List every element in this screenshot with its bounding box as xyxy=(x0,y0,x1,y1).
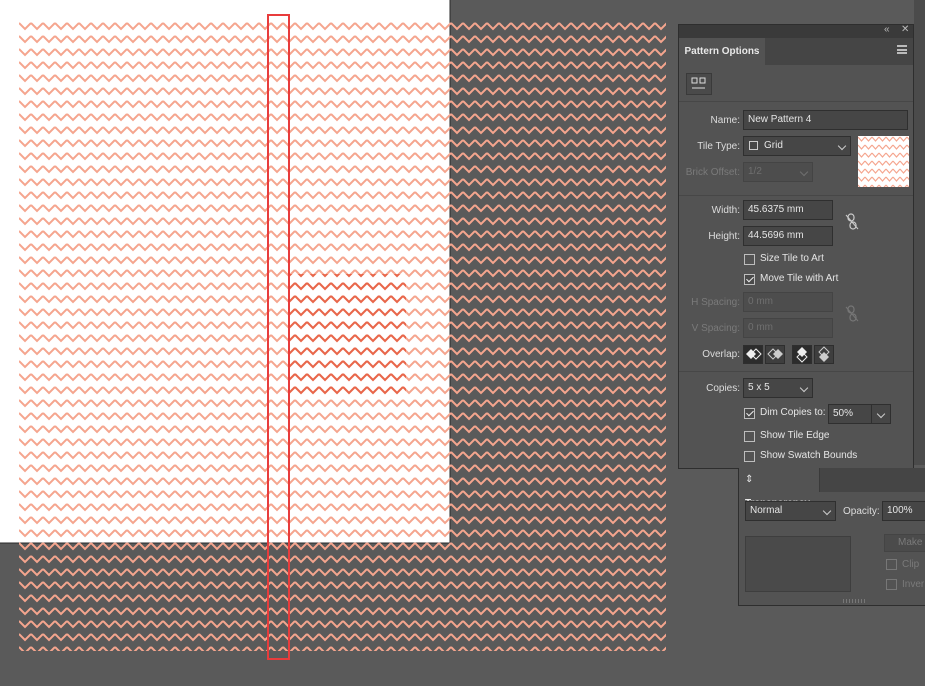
overlap-left-in-front-button[interactable] xyxy=(743,345,763,364)
chevron-down-icon xyxy=(799,383,809,393)
brick-offset-dropdown[interactable]: 1/2 xyxy=(743,162,813,182)
blend-mode-dropdown[interactable]: Normal xyxy=(745,501,836,521)
overlap-top-in-front-button[interactable] xyxy=(792,345,812,364)
pattern-options-panel: « ✕ Pattern Options Name: New Pattern 4 … xyxy=(678,24,914,469)
move-tile-checkbox[interactable] xyxy=(744,274,755,285)
pattern-tile-tool-button[interactable] xyxy=(686,73,712,95)
panel-tab-strip xyxy=(820,468,925,492)
tile-type-value: Grid xyxy=(764,140,783,151)
opacity-input[interactable]: 100% xyxy=(882,501,925,521)
copies-dropdown[interactable]: 5 x 5 xyxy=(743,378,813,398)
close-icon[interactable]: ✕ xyxy=(901,24,909,35)
show-tile-edge-checkbox[interactable] xyxy=(744,431,755,442)
height-label: Height: xyxy=(708,231,740,242)
overlap-top-icon xyxy=(796,347,808,363)
divider xyxy=(679,371,913,372)
tile-type-dropdown[interactable]: Grid xyxy=(743,136,851,156)
v-spacing-input[interactable]: 0 mm xyxy=(743,318,833,338)
pattern-tile-art[interactable] xyxy=(290,274,406,398)
clip-label: Clip xyxy=(902,559,920,570)
panel-tab-row: Pattern Options xyxy=(679,38,913,65)
overlap-label: Overlap: xyxy=(702,349,740,360)
opacity-label: Opacity: xyxy=(843,506,880,517)
chevron-down-icon xyxy=(837,141,847,151)
copies-value: 5 x 5 xyxy=(748,382,770,393)
tile-type-label: Tile Type: xyxy=(697,141,740,152)
opacity-mask-thumbnail[interactable] xyxy=(745,536,851,592)
brick-offset-value: 1/2 xyxy=(748,166,762,177)
tile-tool-icon xyxy=(691,77,706,89)
name-label: Name: xyxy=(710,115,740,126)
invert-mask-checkbox[interactable] xyxy=(886,579,897,590)
transparency-panel: ⇕ Transparency Normal Opacity: 100% Make… xyxy=(738,468,925,606)
v-spacing-label: V Spacing: xyxy=(691,323,740,334)
clip-checkbox[interactable] xyxy=(886,559,897,570)
show-swatch-bounds-label: Show Swatch Bounds xyxy=(760,450,858,461)
link-proportions-icon[interactable] xyxy=(845,213,859,231)
panel-header-bar: « ✕ xyxy=(679,24,913,38)
copies-label: Copies: xyxy=(706,383,740,394)
overlap-right-in-front-button[interactable] xyxy=(765,345,785,364)
h-spacing-label: H Spacing: xyxy=(691,297,740,308)
move-tile-label: Move Tile with Art xyxy=(760,273,839,284)
chevron-down-icon xyxy=(799,167,809,177)
tab-transparency[interactable]: ⇕ Transparency xyxy=(739,468,820,509)
blend-mode-value: Normal xyxy=(750,505,783,516)
panel-resize-grip[interactable] xyxy=(843,599,865,603)
pattern-swatch-preview xyxy=(858,136,909,187)
panel-menu-icon[interactable] xyxy=(897,45,907,54)
height-input[interactable]: 44.5696 mm xyxy=(743,226,833,246)
overlap-bottom-icon xyxy=(818,346,830,362)
overlap-right-icon xyxy=(767,348,783,360)
expand-arrows-icon: ⇕ xyxy=(745,474,754,485)
size-tile-checkbox[interactable] xyxy=(744,254,755,265)
dim-copies-dropdown-button[interactable] xyxy=(871,404,891,424)
link-spacing-icon[interactable] xyxy=(845,305,859,323)
overlap-bottom-in-front-button[interactable] xyxy=(814,345,834,364)
width-label: Width: xyxy=(711,205,740,216)
grid-icon xyxy=(749,141,758,150)
chevron-down-icon xyxy=(876,409,886,419)
width-input[interactable]: 45.6375 mm xyxy=(743,200,833,220)
panel-dock-edge xyxy=(914,0,925,465)
invert-mask-label: Inver xyxy=(902,579,925,590)
show-tile-edge-label: Show Tile Edge xyxy=(760,430,830,441)
brick-offset-label: Brick Offset: xyxy=(685,167,740,178)
pattern-name-input[interactable]: New Pattern 4 xyxy=(743,110,908,130)
h-spacing-input[interactable]: 0 mm xyxy=(743,292,833,312)
overlap-left-icon xyxy=(746,348,762,360)
dim-copies-checkbox[interactable] xyxy=(744,408,755,419)
divider xyxy=(679,101,913,102)
tab-pattern-options[interactable]: Pattern Options xyxy=(679,38,765,65)
double-chevron-left-icon[interactable]: « xyxy=(884,24,890,35)
chevron-down-icon xyxy=(822,506,832,516)
divider xyxy=(679,195,913,196)
size-tile-label: Size Tile to Art xyxy=(760,253,824,264)
make-mask-button[interactable]: Make xyxy=(884,534,925,552)
dim-copies-label: Dim Copies to: xyxy=(760,407,826,418)
show-swatch-bounds-checkbox[interactable] xyxy=(744,451,755,462)
